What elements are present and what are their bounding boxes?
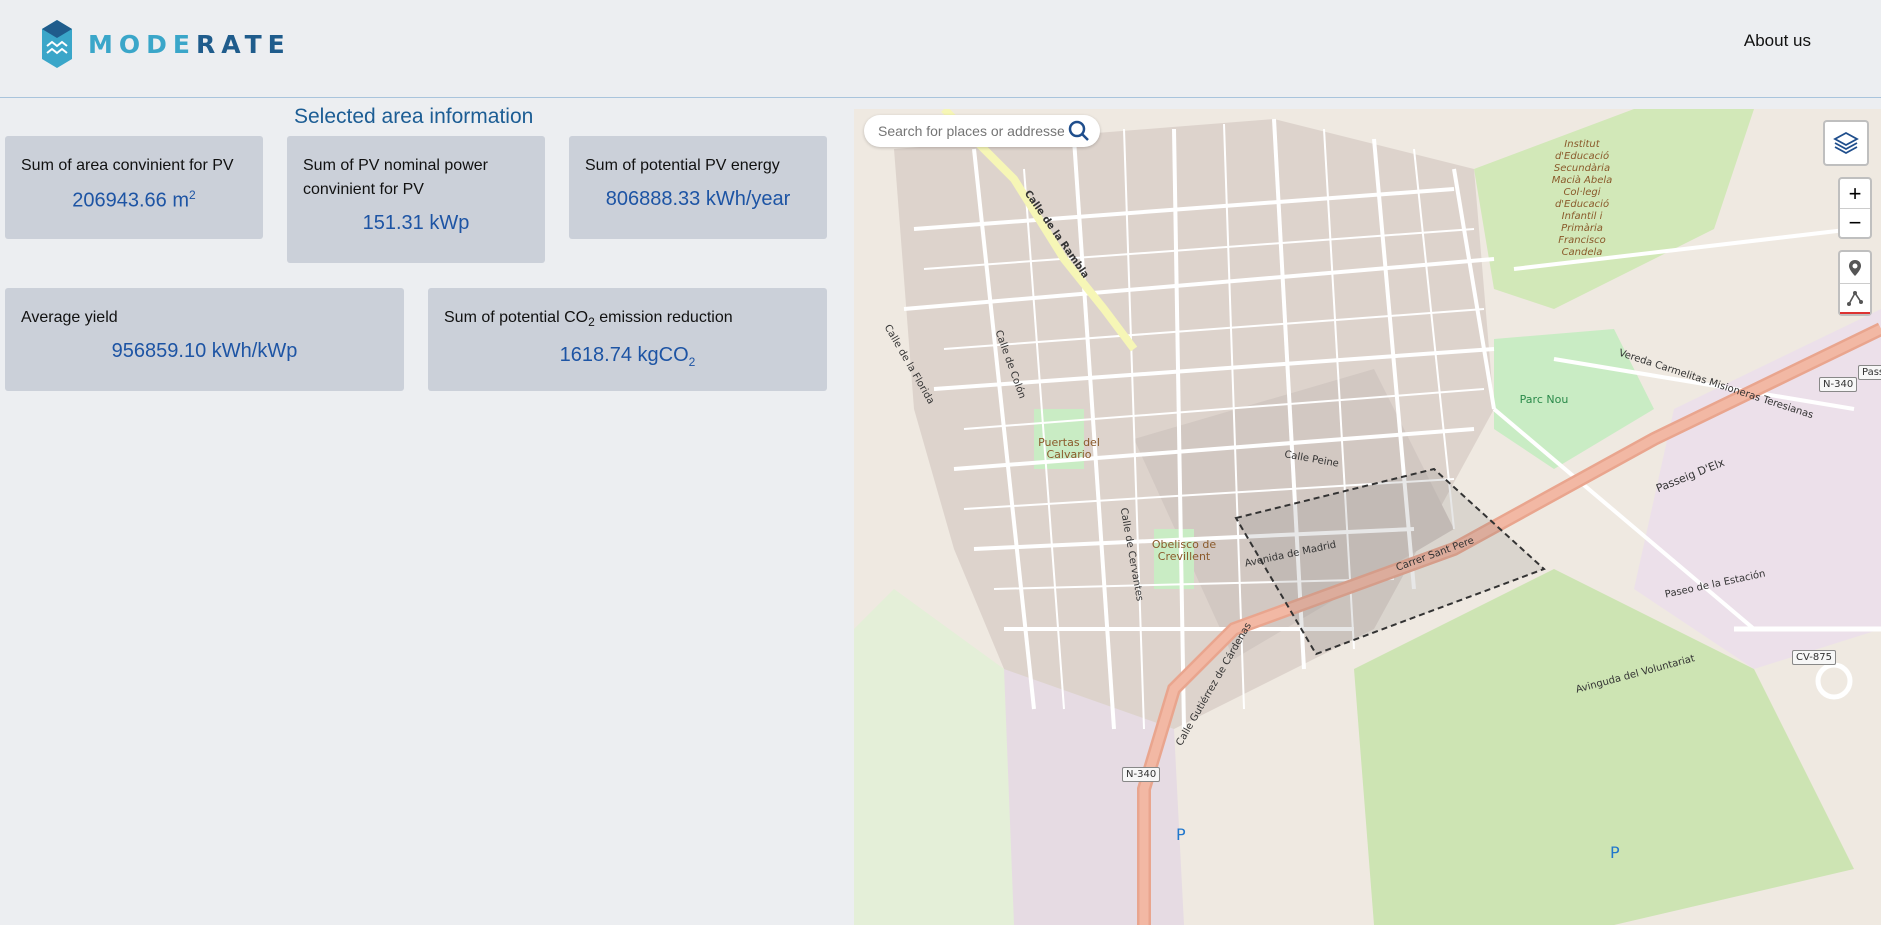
layers-button[interactable] xyxy=(1823,120,1869,166)
power-label: Sum of PV nominal power convinient for P… xyxy=(303,157,488,198)
info-panel: Selected area information Sum of area co… xyxy=(0,99,854,925)
search-icon[interactable] xyxy=(1068,120,1090,142)
about-us-link[interactable]: About us xyxy=(1744,31,1811,51)
section-title: Selected area information xyxy=(294,105,534,128)
polygon-tool-button[interactable] xyxy=(1840,283,1870,314)
map-search[interactable] xyxy=(864,115,1100,147)
yield-label: Average yield xyxy=(21,309,118,326)
power-card: Sum of PV nominal power convinient for P… xyxy=(287,136,545,263)
map-tiles[interactable] xyxy=(854,109,1881,925)
area-card: Sum of area convinient for PV 206943.66 … xyxy=(5,136,263,239)
energy-value: 806888.33 kWh/year xyxy=(605,188,791,210)
poi-instituto: Institut d'Educació Secundària Macià Abe… xyxy=(1551,139,1613,258)
marker-tool-button[interactable] xyxy=(1840,252,1870,283)
polygon-draw-icon xyxy=(1847,291,1863,306)
moderate-logo[interactable]: MODERATE xyxy=(40,18,291,70)
logo-text: MODERATE xyxy=(88,29,291,59)
energy-label: Sum of potential PV energy xyxy=(585,157,780,174)
co2-value: 1618.74 kgCO2 xyxy=(559,344,696,370)
energy-card: Sum of potential PV energy 806888.33 kWh… xyxy=(569,136,827,239)
co2-label: Sum of potential CO2 emission reduction xyxy=(444,309,733,330)
road-shield-n340-east: N-340 xyxy=(1819,377,1858,392)
area-value: 206943.66 m2 xyxy=(72,188,196,212)
yield-value: 956859.10 kWh/kWp xyxy=(111,340,298,362)
logo-icon xyxy=(42,20,72,68)
parking-icon: P xyxy=(1610,843,1620,862)
marker-icon xyxy=(1849,259,1861,276)
poi-parc-nou: Parc Nou xyxy=(1519,393,1569,406)
poi-puertas-del-calvario: Puertas del Calvario xyxy=(1038,436,1100,461)
zoom-control: + − xyxy=(1838,177,1872,239)
layers-icon xyxy=(1833,131,1859,155)
draw-tools xyxy=(1838,250,1872,316)
zoom-out-button[interactable]: − xyxy=(1840,208,1870,237)
area-label: Sum of area convinient for PV xyxy=(21,157,234,174)
poi-obelisco: Obelisco de Crevillent xyxy=(1151,538,1217,563)
yield-card: Average yield 956859.10 kWh/kWp xyxy=(5,288,404,391)
map[interactable]: + − Calle de la Rambla Passeig D'Elx Cal… xyxy=(854,109,1881,925)
co2-card: Sum of potential CO2 emission reduction … xyxy=(428,288,827,391)
road-shield-cv875: CV-875 xyxy=(1792,650,1836,665)
parking-icon: P xyxy=(1176,825,1186,844)
zoom-in-button[interactable]: + xyxy=(1840,179,1870,208)
power-value: 151.31 kWp xyxy=(362,212,470,234)
road-shield-n340-south: N-340 xyxy=(1122,767,1161,782)
road-shield-pass: Pass xyxy=(1858,365,1881,380)
map-search-input[interactable] xyxy=(878,123,1064,139)
header: MODERATE About us xyxy=(0,0,1881,98)
